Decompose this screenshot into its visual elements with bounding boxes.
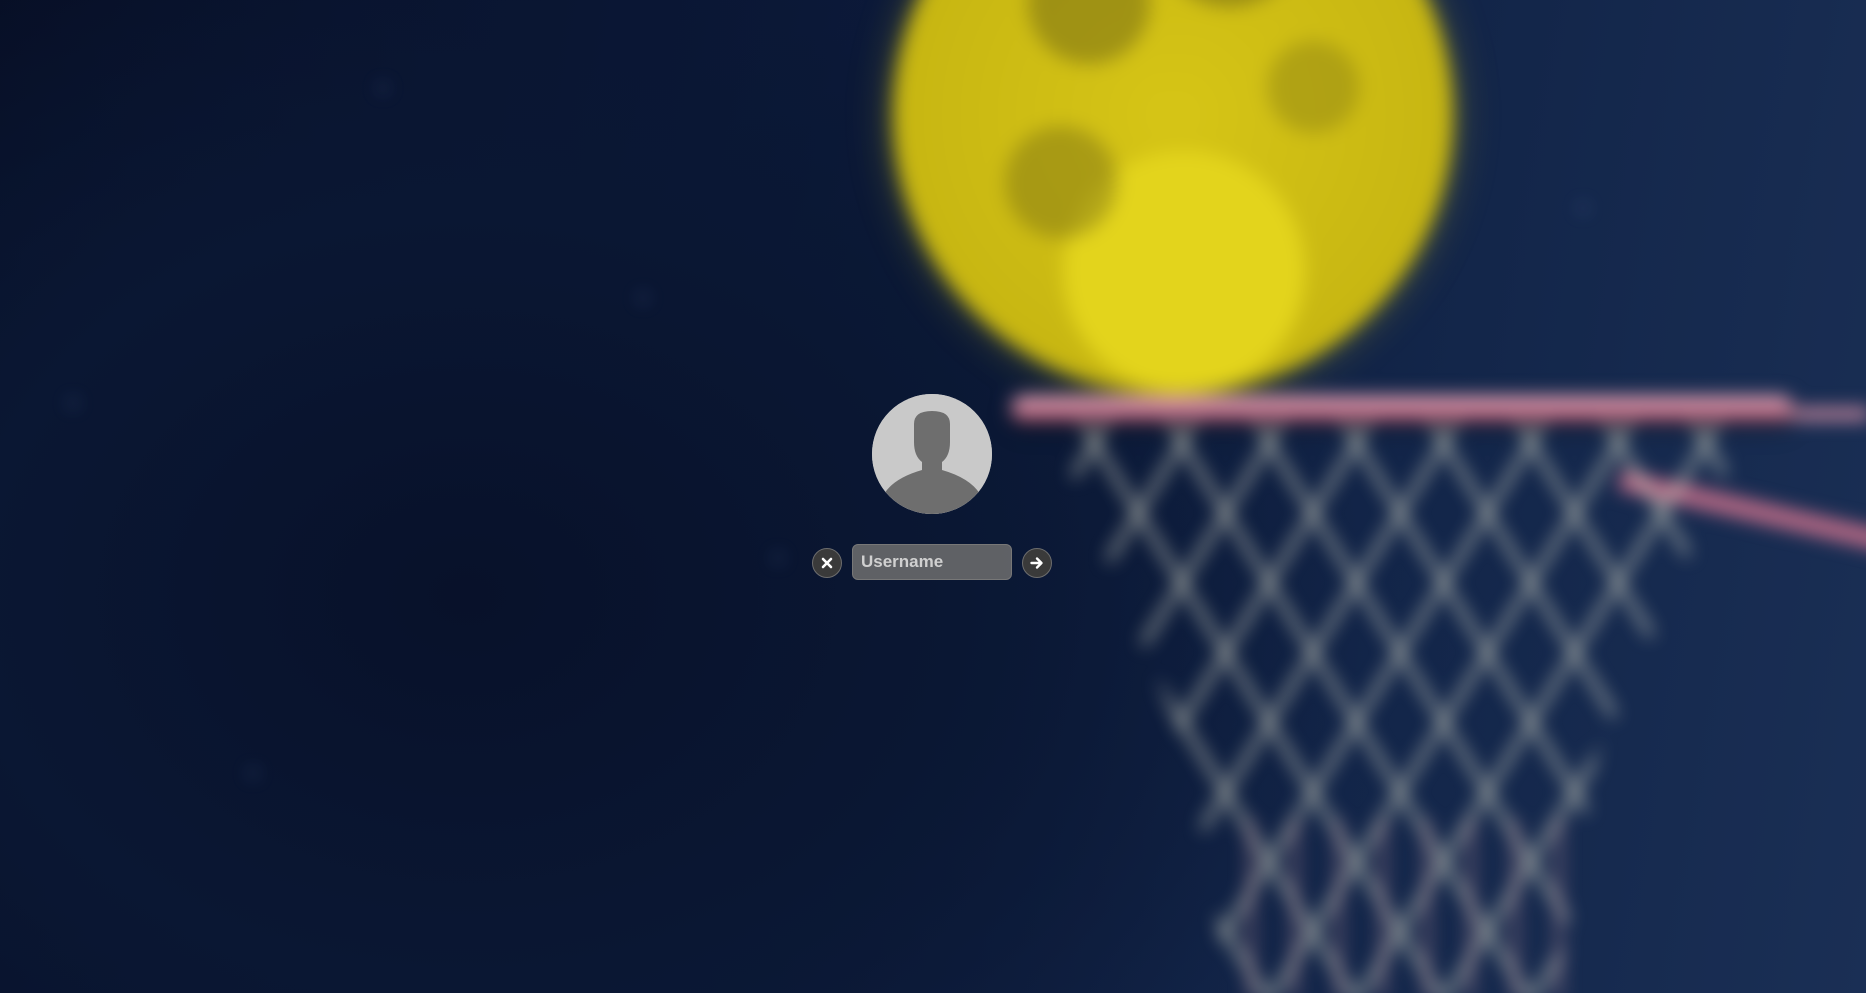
user-avatar xyxy=(872,394,992,514)
close-icon xyxy=(821,557,833,569)
cancel-button[interactable] xyxy=(812,548,842,578)
username-input[interactable] xyxy=(852,544,1012,580)
user-silhouette-icon xyxy=(872,394,992,514)
arrow-right-icon xyxy=(1030,557,1043,569)
submit-button[interactable] xyxy=(1022,548,1052,578)
login-panel xyxy=(0,0,1866,993)
login-screen xyxy=(0,0,1866,993)
